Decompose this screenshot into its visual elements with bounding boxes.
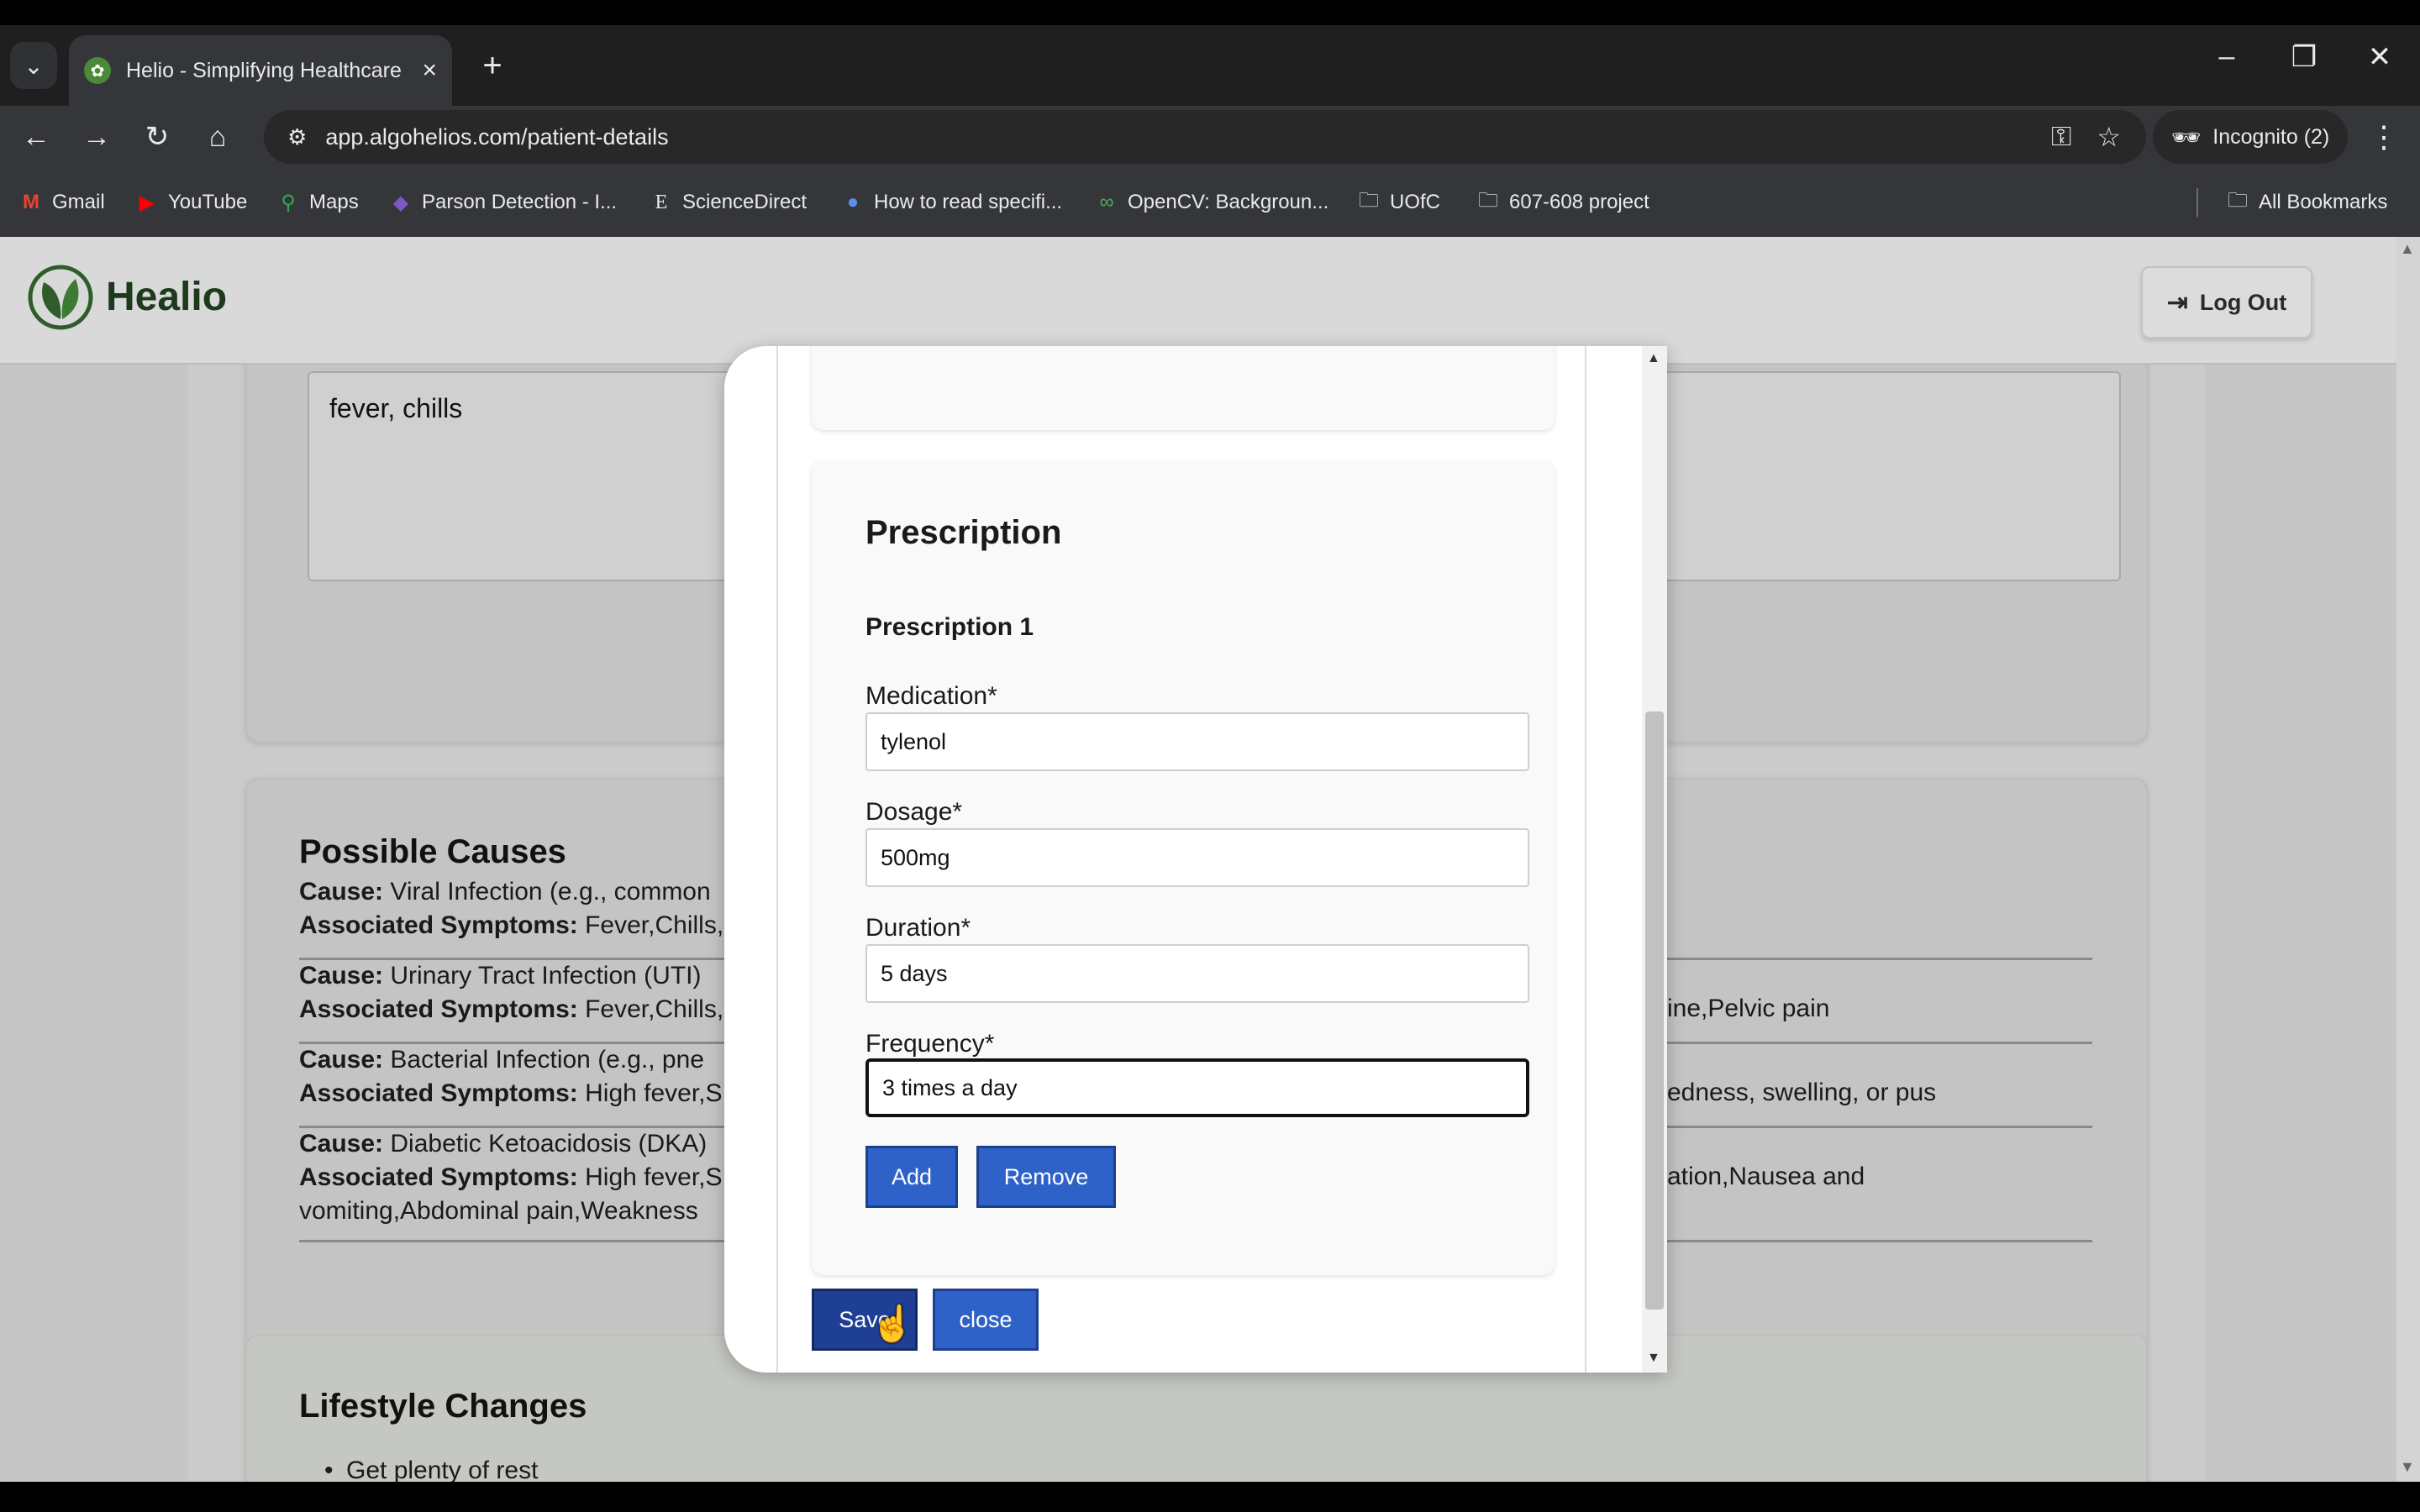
page-scrollbar[interactable]: ▲ ▼	[2396, 237, 2420, 1482]
logout-label: Log Out	[2199, 289, 2287, 315]
bookmark-favicon: ●	[846, 191, 860, 213]
screen-bottom-strip	[0, 1482, 2420, 1512]
bookmark-star-icon[interactable]: ☆	[2096, 121, 2121, 153]
bookmark-parson-detection[interactable]: ◆ Parson Detection - I...	[388, 186, 617, 218]
folder-icon: 🗀	[1359, 188, 1379, 212]
medication-label: Medication*	[865, 682, 997, 710]
tab-title: Helio - Simplifying Healthcare	[126, 58, 402, 82]
frequency-input[interactable]	[865, 1058, 1529, 1117]
tab-bar: ⌄ ✿ Helio - Simplifying Healthcare × + –…	[0, 25, 2420, 106]
duration-input[interactable]	[865, 944, 1529, 1003]
tab-search-chevron-icon[interactable]: ⌄	[10, 42, 57, 89]
tab-favicon-icon: ✿	[84, 57, 111, 84]
home-icon[interactable]: ⌂	[193, 113, 242, 161]
bookmark-gmail[interactable]: M Gmail	[18, 186, 105, 218]
bookmark-opencv[interactable]: ∞ OpenCV: Backgroun...	[1094, 186, 1328, 218]
forward-arrow-icon[interactable]: →	[72, 113, 121, 161]
youtube-icon: ▶	[139, 191, 155, 214]
cause-3-symptoms-tail: edness, swelling, or pus	[1667, 1079, 1937, 1106]
scroll-down-arrow-icon[interactable]: ▼	[2400, 1458, 2415, 1476]
bookmark-maps[interactable]: ⚲ Maps	[276, 186, 358, 218]
cause-item-2: Cause: Urinary Tract Infection (UTI) Ass…	[299, 962, 724, 1023]
site-info-icon[interactable]: ⚙	[287, 124, 307, 150]
page-viewport: fever, chills Possible Causes Cause: Vir…	[0, 237, 2420, 1482]
modal-scrollbar[interactable]: ▲ ▼	[1642, 346, 1667, 1373]
brand-name: Healio	[106, 275, 228, 319]
modal-scroll-up-icon[interactable]: ▲	[1647, 351, 1660, 366]
prescription-subtitle: Prescription 1	[865, 613, 1034, 641]
cause-item-1: Cause: Viral Infection (e.g., common Ass…	[299, 878, 724, 939]
bookmarks-bar: M Gmail ▶ YouTube ⚲ Maps ◆ Parson Detect…	[0, 168, 2420, 237]
back-arrow-icon[interactable]: ←	[12, 113, 60, 161]
add-prescription-button[interactable]: Add	[865, 1146, 958, 1208]
opencv-icon: ∞	[1099, 191, 1114, 213]
incognito-badge[interactable]: 🕶 Incognito (2)	[2153, 110, 2348, 164]
folder-icon: 🗀	[2228, 188, 2248, 212]
logout-icon: ⇥	[2166, 288, 2188, 317]
incognito-label: Incognito (2)	[2212, 124, 2330, 149]
password-key-icon[interactable]: ⚿	[2051, 121, 2071, 153]
cause-item-4: Cause: Diabetic Ketoacidosis (DKA) Assoc…	[299, 1130, 723, 1225]
dosage-input[interactable]	[865, 828, 1529, 887]
scroll-up-arrow-icon[interactable]: ▲	[2400, 240, 2415, 258]
lifestyle-changes-title: Lifestyle Changes	[299, 1388, 587, 1425]
tab-close-icon[interactable]: ×	[422, 56, 437, 85]
browser-toolbar: ← → ↻ ⌂ ⚙ app.algohelios.com/patient-det…	[0, 106, 2420, 168]
browser-chrome: ⌄ ✿ Helio - Simplifying Healthcare × + –…	[0, 0, 2420, 237]
browser-menu-icon[interactable]: ⋮	[2360, 113, 2408, 161]
screen-top-strip	[0, 0, 2420, 25]
browser-tab-active[interactable]: ✿ Helio - Simplifying Healthcare ×	[69, 35, 452, 106]
close-button[interactable]: close	[933, 1289, 1039, 1351]
cause-4-symptoms-tail: ation,Nausea and	[1667, 1163, 1865, 1190]
bookmark-folder-uofc[interactable]: 🗀 UOfC	[1356, 186, 1440, 218]
bookmarks-separator	[2196, 188, 2198, 217]
bookmark-favicon: ◆	[392, 191, 409, 214]
folder-icon: 🗀	[1478, 188, 1498, 212]
possible-causes-title: Possible Causes	[299, 833, 566, 870]
reload-icon[interactable]: ↻	[133, 113, 182, 161]
bookmark-sciencedirect[interactable]: E ScienceDirect	[649, 186, 807, 218]
prescription-modal: Prescription Prescription 1 Medication* …	[724, 346, 1667, 1373]
bookmark-folder-607-608[interactable]: 🗀 607-608 project	[1476, 186, 1649, 218]
logout-button[interactable]: ⇥ Log Out	[2141, 266, 2312, 339]
healio-leaf-logo-icon	[28, 265, 93, 330]
gmail-icon: M	[23, 191, 39, 213]
bookmark-how-to-read[interactable]: ● How to read specifi...	[840, 186, 1062, 218]
modal-edge	[1585, 346, 1586, 1373]
cause-2-symptoms-tail: ine,Pelvic pain	[1667, 995, 1830, 1022]
duration-label: Duration*	[865, 914, 971, 942]
modal-scroll-down-icon[interactable]: ▼	[1647, 1351, 1660, 1366]
modal-edge	[776, 346, 778, 1373]
sciencedirect-icon: E	[655, 191, 668, 213]
frequency-label: Frequency*	[865, 1030, 995, 1058]
previous-section-card	[812, 346, 1555, 430]
cause-item-3: Cause: Bacterial Infection (e.g., pne As…	[299, 1046, 723, 1107]
prescription-title: Prescription	[865, 514, 1062, 551]
minimize-icon[interactable]: –	[2202, 40, 2252, 73]
url-text[interactable]: app.algohelios.com/patient-details	[325, 124, 2051, 150]
mouse-cursor-icon: ☝	[871, 1304, 915, 1343]
bookmark-youtube[interactable]: ▶ YouTube	[134, 186, 248, 218]
remove-prescription-button[interactable]: Remove	[976, 1146, 1116, 1208]
incognito-icon: 🕶	[2170, 123, 2202, 150]
symptoms-text: fever, chills	[329, 393, 463, 423]
modal-scroll-thumb[interactable]	[1645, 711, 1664, 1310]
address-bar[interactable]: ⚙ app.algohelios.com/patient-details ⚿ ☆	[264, 110, 2146, 164]
all-bookmarks-folder[interactable]: 🗀 All Bookmarks	[2225, 186, 2387, 218]
window-close-icon[interactable]: ✕	[2354, 40, 2405, 74]
dosage-label: Dosage*	[865, 798, 963, 826]
lifestyle-item: Get plenty of rest	[324, 1457, 539, 1482]
new-tab-plus-icon[interactable]: +	[471, 44, 514, 87]
restore-icon[interactable]: ❐	[2279, 40, 2329, 74]
medication-input[interactable]	[865, 712, 1529, 771]
maps-icon: ⚲	[281, 191, 296, 214]
